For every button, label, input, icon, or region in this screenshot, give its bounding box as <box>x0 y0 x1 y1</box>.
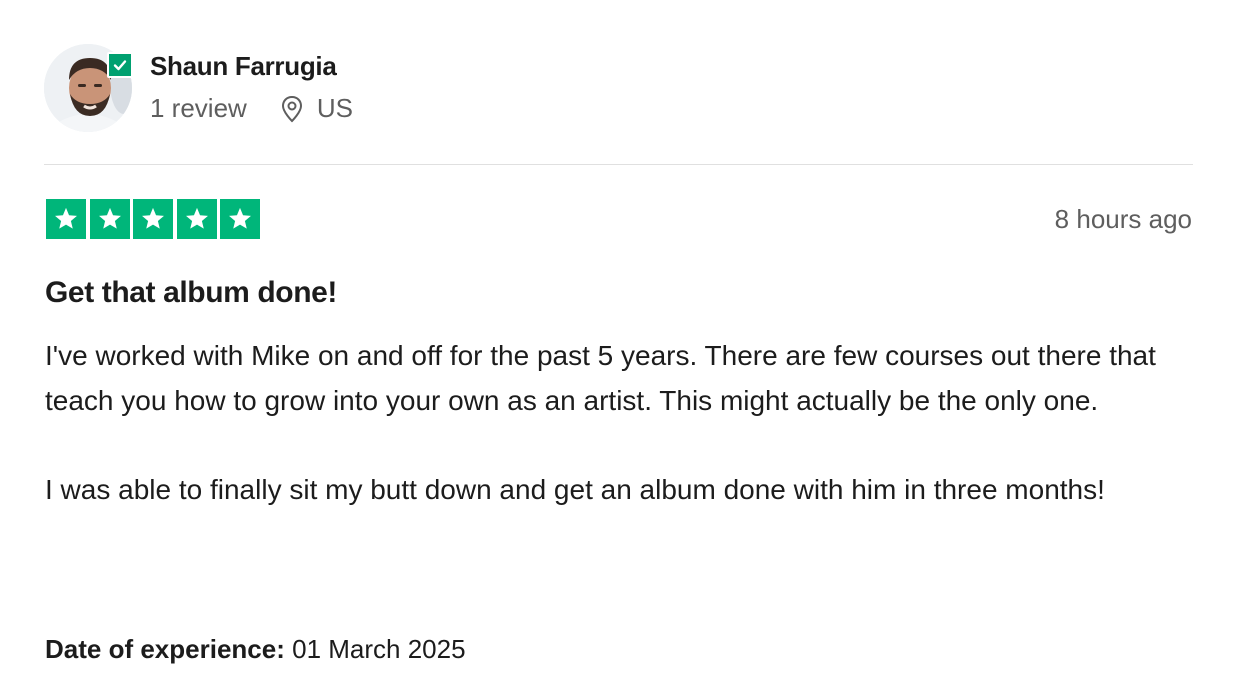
review-paragraph: I've worked with Mike on and off for the… <box>45 340 1156 416</box>
review-paragraph: I was able to finally sit my butt down a… <box>45 473 1105 505</box>
reviewer-info: Shaun Farrugia 1 review US <box>150 44 353 134</box>
verified-badge <box>107 52 133 78</box>
avatar-container[interactable] <box>44 44 134 134</box>
divider <box>44 164 1193 165</box>
review-count: 1 review <box>150 93 247 123</box>
reviewer-name[interactable]: Shaun Farrugia <box>150 50 353 82</box>
experience-date: 01 March 2025 <box>292 634 466 664</box>
star-icon <box>220 199 260 239</box>
review-title[interactable]: Get that album done! <box>45 276 337 310</box>
reviewer-meta: 1 review US <box>150 93 353 124</box>
review-card: Shaun Farrugia 1 review US 8 hours ago G… <box>0 0 1236 698</box>
review-time: 8 hours ago <box>1054 204 1192 234</box>
reviewer-location: US <box>316 93 353 123</box>
star-icon <box>89 199 130 239</box>
star-icon <box>46 199 86 239</box>
star-icon <box>176 199 217 239</box>
star-rating <box>46 199 264 239</box>
date-of-experience: Date of experience: 01 March 2025 <box>45 634 466 665</box>
map-pin-icon <box>281 95 302 122</box>
experience-label: Date of experience: <box>45 634 285 664</box>
check-badge-icon <box>113 60 127 71</box>
star-icon <box>133 199 173 239</box>
review-body: I've worked with Mike on and off for the… <box>45 334 1195 557</box>
reviewer-header: Shaun Farrugia 1 review US <box>44 44 353 134</box>
